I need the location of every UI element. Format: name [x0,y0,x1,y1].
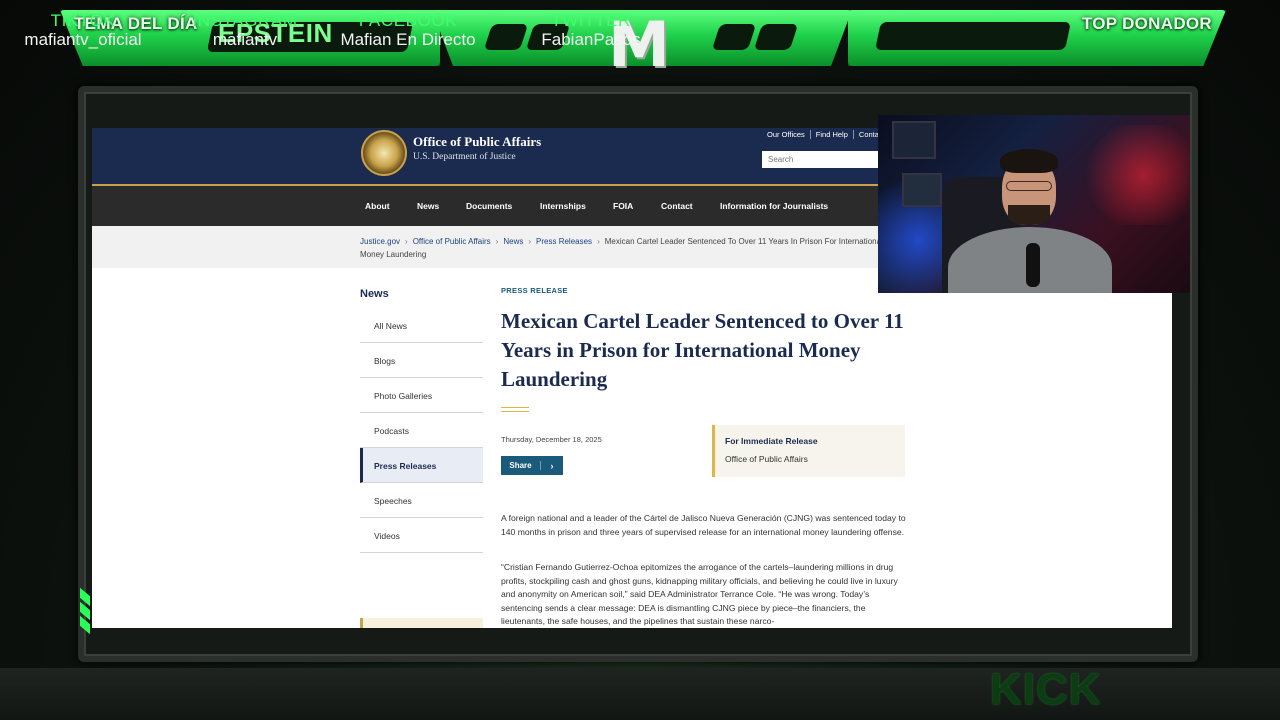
sidebar-item-press-releases[interactable]: Press Releases [360,448,483,483]
top-donor-panel: TOP DONADOR [848,10,1226,66]
microphone-icon [1026,243,1040,287]
site-subtitle[interactable]: U.S. Department of Justice [413,152,516,162]
social-facebook: FACEBOOK Mafian En Directo [328,11,488,50]
top-donor-title: TOP DONADOR [1081,14,1212,33]
wall-frame [892,121,936,159]
release-office: Office of Public Affairs [725,454,808,464]
top-donor-panel-inner [875,22,1071,50]
webcam-red-light [1078,125,1190,225]
kick-logo: KICK [990,665,1102,714]
breadcrumb-separator: › [405,237,408,246]
search-input[interactable] [762,151,882,168]
headline-divider [501,407,529,412]
breadcrumb-office-of-public-affairs[interactable]: Office of Public Affairs [413,237,491,246]
breadcrumb-press-releases[interactable]: Press Releases [536,237,592,246]
article-date: Thursday, December 18, 2025 [501,435,602,444]
social-twitter-label: TWITTER [551,11,631,30]
sidebar-item-podcasts[interactable]: Podcasts [360,413,483,448]
social-instagram-handle: mafiantv [212,30,278,49]
streamer-beard [1008,205,1050,225]
release-info-box: For Immediate Release Office of Public A… [712,425,905,477]
breadcrumb-news[interactable]: News [503,237,523,246]
nav-about[interactable]: About [365,201,390,211]
wall-frame [902,173,942,207]
social-instagram: INSTAGRAM mafiantv [190,11,300,50]
webcam-feed [878,115,1190,293]
sidebar-item-speeches[interactable]: Speeches [360,483,483,518]
social-tiktok-label: TIKTOK [50,11,116,30]
utility-link-our-offices[interactable]: Our Offices [762,130,810,139]
social-instagram-label: INSTAGRAM [192,11,298,30]
release-title: For Immediate Release [725,436,818,446]
social-facebook-label: FACEBOOK [358,11,458,30]
sidebar-item-all-news[interactable]: All News [360,308,483,343]
utility-link-find-help[interactable]: Find Help [809,130,853,139]
sidebar-heading: News [360,288,389,300]
sidebar-item-blogs[interactable]: Blogs [360,343,483,378]
sidebar-item-videos[interactable]: Videos [360,518,483,553]
breadcrumb-separator: › [597,237,600,246]
social-twitter: TWITTER FabianPasos [532,11,650,50]
breadcrumb-separator: › [495,237,499,246]
share-button[interactable]: Share › [501,456,563,475]
sidebar-item-photo-galleries[interactable]: Photo Galleries [360,378,483,413]
sidebar-nav: All News Blogs Photo Galleries Podcasts … [360,308,483,553]
social-tiktok: TIKTOK mafiantv_oficial [18,11,148,50]
streamer-hair [1000,149,1058,173]
nav-internships[interactable]: Internships [540,201,586,211]
utility-links: Our Offices Find Help Contact [762,130,890,139]
nav-foia[interactable]: FOIA [613,201,633,211]
article-type-label: PRESS RELEASE [501,286,568,295]
article-paragraph: “Cristian Fernando Gutierrez-Ochoa epito… [501,562,898,627]
nav-news[interactable]: News [417,201,439,211]
nav-contact[interactable]: Contact [661,201,693,211]
article-paragraph: A foreign national and a leader of the C… [501,513,906,537]
chevron-right-icon: › [550,460,554,471]
nav-documents[interactable]: Documents [466,201,512,211]
nav-information-for-journalists[interactable]: Information for Journalists [720,201,828,211]
social-facebook-handle: Mafian En Directo [340,30,476,49]
article-headline: Mexican Cartel Leader Sentenced to Over … [501,309,904,391]
streamer-glasses [1006,181,1052,191]
doj-seal-icon[interactable] [361,130,407,176]
social-twitter-handle: FabianPasos [541,30,641,49]
breadcrumb-justice-gov[interactable]: Justice.gov [360,237,400,246]
breadcrumb-separator: › [528,237,532,246]
breadcrumb-trail: Justice.gov › Office of Public Affairs › New… [360,235,890,261]
share-button-label: Share [501,461,541,470]
sidebar-accent-box [360,618,483,628]
site-title[interactable]: Office of Public Affairs [413,134,541,150]
social-tiktok-handle: mafiantv_oficial [24,30,142,49]
